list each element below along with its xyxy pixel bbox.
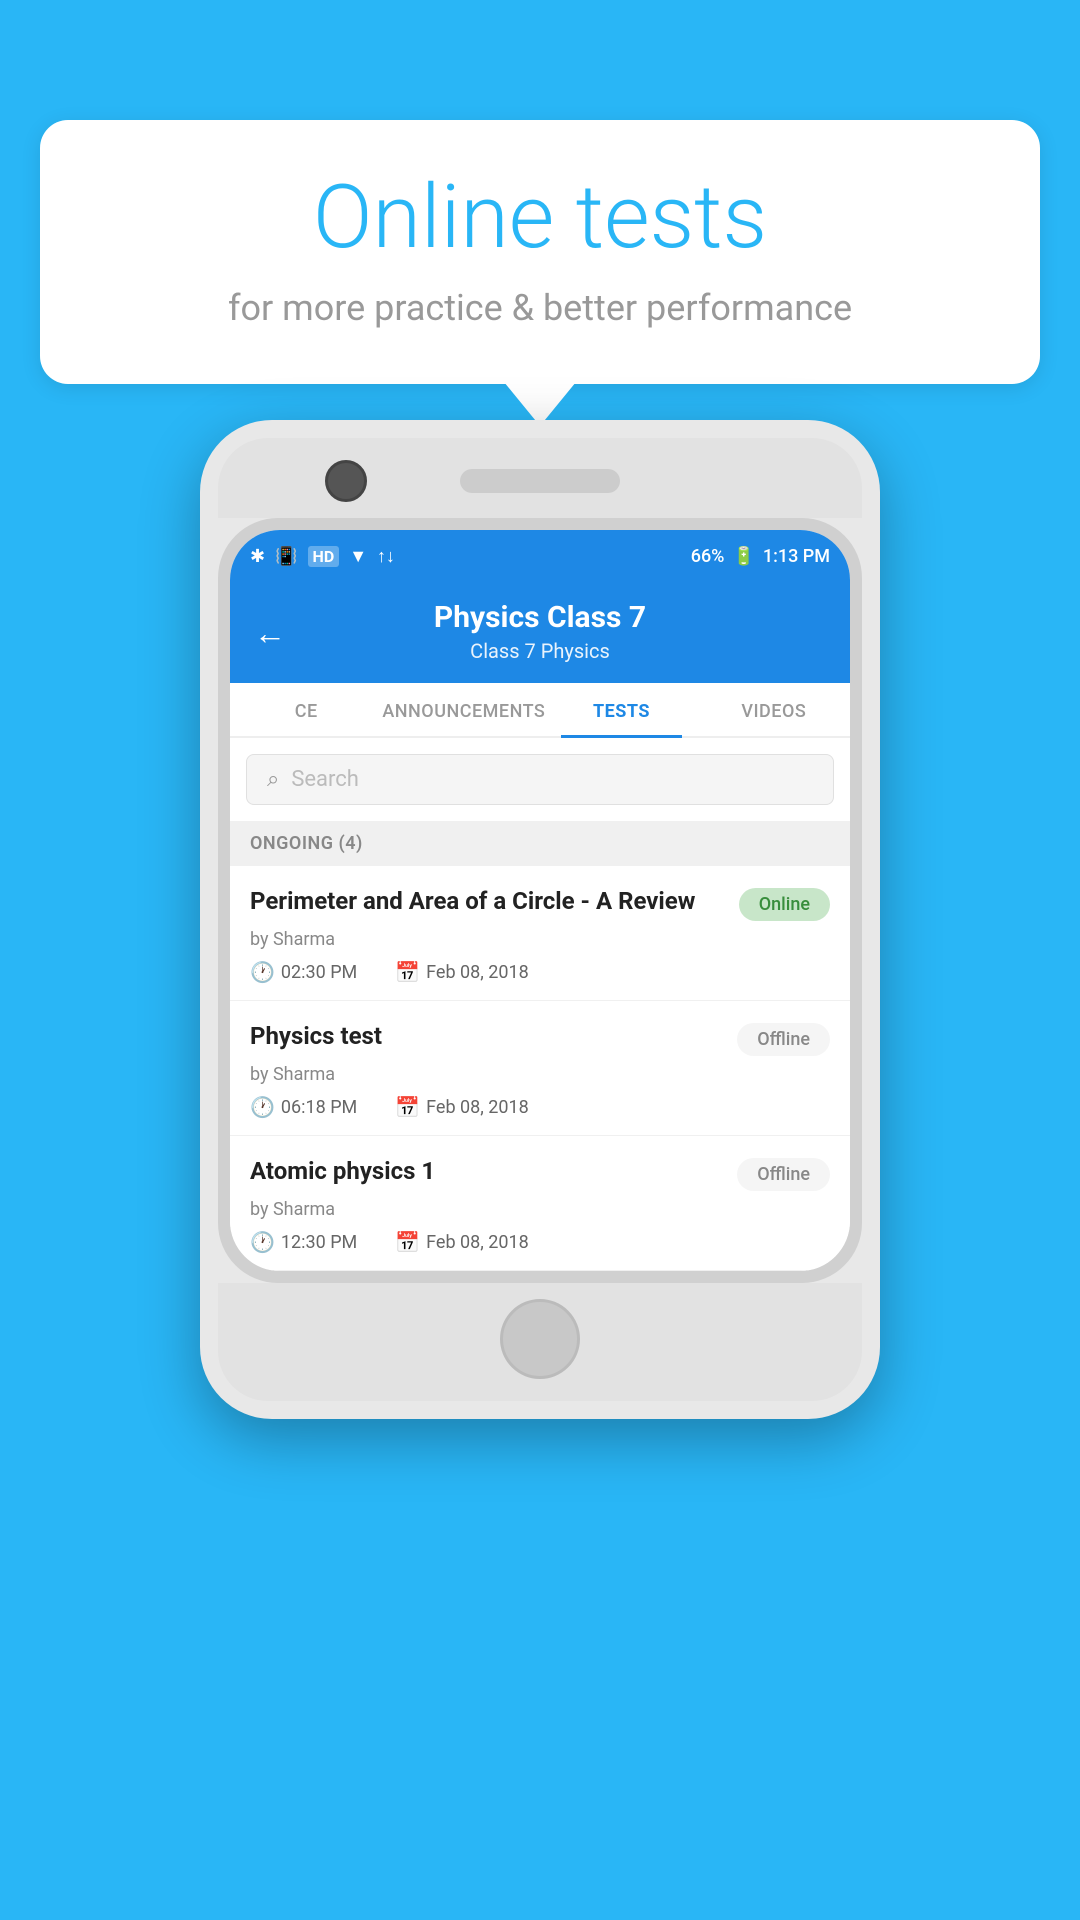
app-bar: ← Physics Class 7 Class 7 Physics [230,582,850,683]
search-icon: ⌕ [267,767,279,792]
test-time-item: 🕐 06:18 PM [250,1095,357,1119]
test-date-item: 📅 Feb 08, 2018 [395,960,529,984]
status-badge: Offline [737,1023,830,1056]
wifi-icon: ▼ [349,546,367,567]
status-bar: ✱ 📳 HD ▼ ↑↓ 66% 🔋 1:13 PM [230,530,850,582]
test-name: Atomic physics 1 [250,1156,725,1187]
test-meta: 🕐 06:18 PM 📅 Feb 08, 2018 [250,1095,830,1119]
test-author: by Sharma [250,1199,830,1220]
test-name: Perimeter and Area of a Circle - A Revie… [250,886,727,917]
search-input[interactable]: Search [291,767,359,792]
test-item[interactable]: Atomic physics 1 Offline by Sharma 🕐 12:… [230,1136,850,1271]
test-meta: 🕐 12:30 PM 📅 Feb 08, 2018 [250,1230,830,1254]
test-name: Physics test [250,1021,725,1052]
test-time: 02:30 PM [281,962,357,983]
battery-icon: 🔋 [732,546,754,567]
bubble-title: Online tests [100,170,980,267]
test-item[interactable]: Perimeter and Area of a Circle - A Revie… [230,866,850,1001]
calendar-icon: 📅 [395,960,420,984]
phone-bottom [218,1283,862,1401]
test-date: Feb 08, 2018 [426,962,529,983]
status-badge: Online [739,888,830,921]
clock-icon: 🕐 [250,1095,275,1119]
search-box[interactable]: ⌕ Search [246,754,834,805]
home-button[interactable] [500,1299,580,1379]
test-time: 12:30 PM [281,1232,357,1253]
phone-mockup: ✱ 📳 HD ▼ ↑↓ 66% 🔋 1:13 PM [200,420,880,1419]
signal-icon: ↑↓ [377,546,395,567]
status-badge: Offline [737,1158,830,1191]
test-time-item: 🕐 12:30 PM [250,1230,357,1254]
test-time-item: 🕐 02:30 PM [250,960,357,984]
clock-icon: 🕐 [250,960,275,984]
status-left-icons: ✱ 📳 HD ▼ ↑↓ [250,546,395,567]
tab-videos[interactable]: VIDEOS [698,683,850,736]
tab-ce[interactable]: CE [230,683,382,736]
battery-percent: 66% [691,546,725,567]
test-date-item: 📅 Feb 08, 2018 [395,1230,529,1254]
test-author: by Sharma [250,929,830,950]
clock: 1:13 PM [763,546,830,567]
tab-announcements[interactable]: ANNOUNCEMENTS [382,683,545,736]
app-bar-subtitle: Class 7 Physics [254,639,826,663]
tab-bar: CE ANNOUNCEMENTS TESTS VIDEOS [230,683,850,738]
search-container: ⌕ Search [230,738,850,821]
vibrate-icon: 📳 [275,546,297,567]
phone-speaker [460,469,620,493]
test-time: 06:18 PM [281,1097,357,1118]
bubble-subtitle: for more practice & better performance [100,287,980,329]
calendar-icon: 📅 [395,1095,420,1119]
calendar-icon: 📅 [395,1230,420,1254]
phone-camera [325,460,367,502]
phone-screen: ✱ 📳 HD ▼ ↑↓ 66% 🔋 1:13 PM [230,530,850,1271]
test-meta: 🕐 02:30 PM 📅 Feb 08, 2018 [250,960,830,984]
section-header-ongoing: ONGOING (4) [230,821,850,866]
bluetooth-icon: ✱ [250,546,265,567]
tab-tests[interactable]: TESTS [545,683,697,736]
test-date-item: 📅 Feb 08, 2018 [395,1095,529,1119]
test-item[interactable]: Physics test Offline by Sharma 🕐 06:18 P… [230,1001,850,1136]
status-right-info: 66% 🔋 1:13 PM [691,546,830,567]
phone-top [218,438,862,518]
test-date: Feb 08, 2018 [426,1232,529,1253]
app-bar-title: Physics Class 7 [254,600,826,635]
test-author: by Sharma [250,1064,830,1085]
clock-icon: 🕐 [250,1230,275,1254]
test-date: Feb 08, 2018 [426,1097,529,1118]
hd-badge: HD [308,546,340,567]
speech-bubble: Online tests for more practice & better … [40,120,1040,384]
